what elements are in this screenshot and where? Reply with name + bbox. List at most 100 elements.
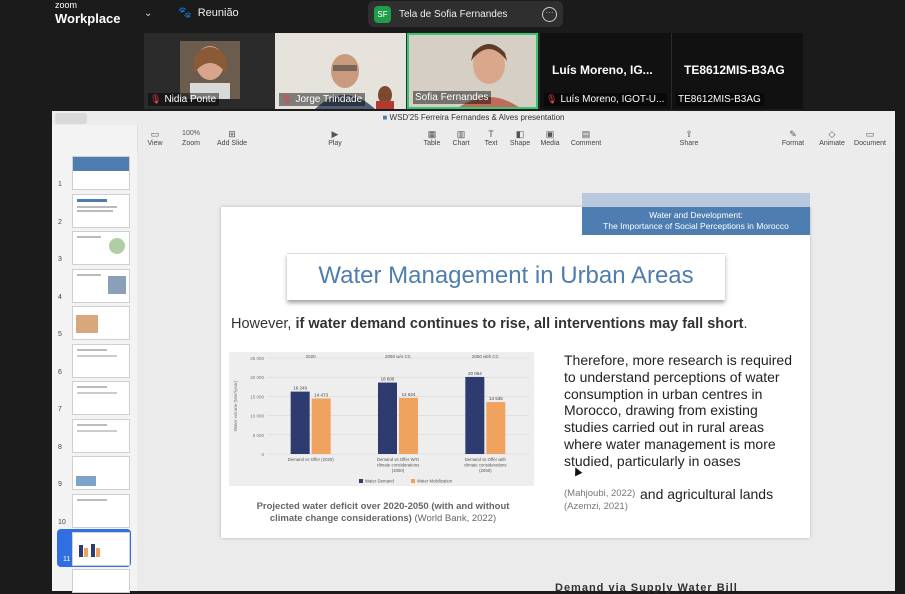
document-title: ■ WSD'25 Ferreira Fernandes & Alves pres… [52, 111, 895, 125]
more-options-icon[interactable]: ··· [542, 6, 557, 22]
brand-small: zoom [55, 0, 78, 10]
participant-tile-te8612[interactable]: TE8612MIS-B3AG TE8612MIS-B3AG [672, 33, 803, 109]
media-icon: ▣ [545, 129, 555, 139]
play-button[interactable]: ▶ Play [323, 128, 347, 147]
format-brush-icon: ✎ [789, 129, 797, 139]
bar-value-label: 16 249 [293, 386, 307, 391]
meeting-menu[interactable]: 🐾 Reunião [178, 6, 239, 20]
slide-thumbnail[interactable] [72, 156, 130, 190]
slide-number: 9 [58, 481, 62, 488]
slide-number: 11 [63, 556, 71, 563]
animate-button[interactable]: ◇ Animate [816, 128, 848, 147]
slide-thumbnail[interactable] [72, 269, 130, 303]
participant-name: TE8612MIS-B3AG [676, 93, 764, 106]
bar-value-label: 20 064 [468, 371, 482, 376]
panel-title: 2020 [306, 354, 317, 359]
category-label: Demand vs Offer with [465, 457, 507, 462]
water-deficit-chart: 0 5 000 10 000 15 000 20 000 25 000 Water volu… [229, 352, 534, 486]
slide-number: 10 [58, 519, 66, 526]
comment-button[interactable]: ▤ Comment [568, 128, 604, 147]
slide-number: 3 [58, 256, 62, 263]
y-tick-label: 20 000 [250, 375, 264, 380]
slide-thumbnail[interactable] [72, 344, 130, 378]
bar-value-label: 13 535 [489, 396, 503, 401]
slide-thumbnail[interactable] [72, 569, 130, 593]
participant-tile-luis[interactable]: Luís Moreno, IG... 🎙 Luís Moreno, IGOT-U.… [540, 33, 671, 109]
slide-thumbnail[interactable] [72, 381, 130, 415]
participant-tile-sofia-active-speaker[interactable]: Sofia Fernandes [407, 33, 538, 109]
slide-thumbnail[interactable] [72, 306, 130, 340]
add-slide-button[interactable]: ⊞ Add Slide [215, 128, 249, 147]
sharer-avatar: SF [374, 5, 391, 23]
slide-thumbnail[interactable] [72, 494, 130, 528]
document-button[interactable]: ▭ Document [852, 128, 888, 147]
participant-tile-jorge[interactable]: 🎙 Jorge Trindade [275, 33, 406, 109]
table-button[interactable]: ▦ Table [420, 128, 444, 147]
slide-thumbnail[interactable] [72, 456, 130, 490]
share-button[interactable]: ⇪ Share [677, 128, 701, 147]
share-icon: ⇪ [685, 129, 693, 139]
panel-title: 2050 with CC [472, 354, 500, 359]
brand-big: Workplace [55, 11, 121, 26]
citation-mahjoubi: (Mahjoubi, 2022) [564, 488, 636, 499]
play-icon: ▶ [331, 129, 339, 139]
zoom-value: 100% [182, 130, 200, 137]
paragraph-tail: and agricultural lands [640, 486, 774, 502]
slide-thumbnail[interactable] [72, 194, 130, 228]
chart-button[interactable]: ▥ Chart [449, 128, 473, 147]
slide-tag-text: Water and Development: The Importance of… [603, 210, 789, 231]
chevron-down-icon[interactable]: ⌄ [144, 8, 152, 19]
slide-number: 8 [58, 444, 62, 451]
chart-bar [399, 397, 418, 454]
y-tick-label: 10 000 [250, 414, 264, 419]
bar-value-label: 14 624 [402, 392, 416, 397]
media-button[interactable]: ▣ Media [538, 128, 562, 147]
category-label: (2050) [479, 468, 492, 473]
shape-icon: ◧ [515, 129, 525, 139]
chart-bar [486, 402, 506, 454]
shape-button[interactable]: ◧ Shape [507, 128, 533, 147]
sidebar-toggle-button[interactable] [55, 113, 87, 124]
panel-title: 2050 w/o CC [385, 354, 412, 359]
participant-name: 🎙 Jorge Trindade [279, 93, 366, 106]
chart-bar [378, 382, 397, 454]
slide-number: 7 [58, 406, 62, 413]
chart-bar [290, 391, 310, 454]
text-icon: T [488, 129, 494, 139]
slide-thumbnail-selected[interactable] [72, 532, 130, 566]
text-button[interactable]: T Text [479, 128, 503, 147]
slide-number: 6 [58, 369, 62, 376]
view-button[interactable]: ▭ View [143, 128, 167, 147]
chart-bar [311, 398, 331, 454]
citation-azemzi: (Azemzi, 2021) [564, 501, 628, 512]
format-button[interactable]: ✎ Format [780, 128, 806, 147]
bar-value-label: 14 473 [314, 392, 328, 397]
y-tick-label: 5 000 [253, 433, 265, 438]
category-label: Demand vs Offer (2020) [288, 457, 335, 462]
zoom-control[interactable]: 100% Zoom [173, 128, 209, 147]
paw-icon: 🐾 [178, 7, 192, 19]
document-icon: ▭ [865, 129, 875, 139]
mic-muted-icon: 🎙 [281, 94, 293, 104]
slide-title: Water Management in Urban Areas [318, 262, 694, 289]
slide-number: 2 [58, 219, 62, 226]
participant-big-label: Luís Moreno, IG... [552, 63, 653, 77]
participant-big-label: TE8612MIS-B3AG [684, 63, 785, 77]
bar-value-label: 18 606 [381, 377, 395, 382]
chart-icon: ▥ [456, 129, 466, 139]
slide-thumbnail[interactable] [72, 419, 130, 453]
category-label: Demand vs Offer W/O [377, 457, 420, 462]
participant-name: 🎙 Nidia Ponte [148, 93, 220, 106]
keynote-toolbar: ▭ View 100% Zoom ⊞ Add Slide ▶ Play ▦ Table ▥… [137, 125, 895, 154]
share-title: Tela de Sofia Fernandes [399, 8, 508, 20]
y-tick-label: 15 000 [250, 394, 264, 399]
category-label: (2050) [392, 468, 405, 473]
chart-bar [465, 376, 485, 454]
chart-caption: Projected water deficit over 2020-2050 (… [256, 501, 510, 524]
legend-label: Water Demand [365, 479, 394, 484]
slide-thumbnail[interactable] [72, 231, 130, 265]
legend-swatch [359, 479, 363, 483]
y-tick-label: 25 000 [250, 356, 264, 361]
participant-tile-nidia[interactable]: 🎙 Nidia Ponte [144, 33, 274, 109]
screen-share-indicator[interactable]: SF Tela de Sofia Fernandes ··· [368, 1, 563, 27]
